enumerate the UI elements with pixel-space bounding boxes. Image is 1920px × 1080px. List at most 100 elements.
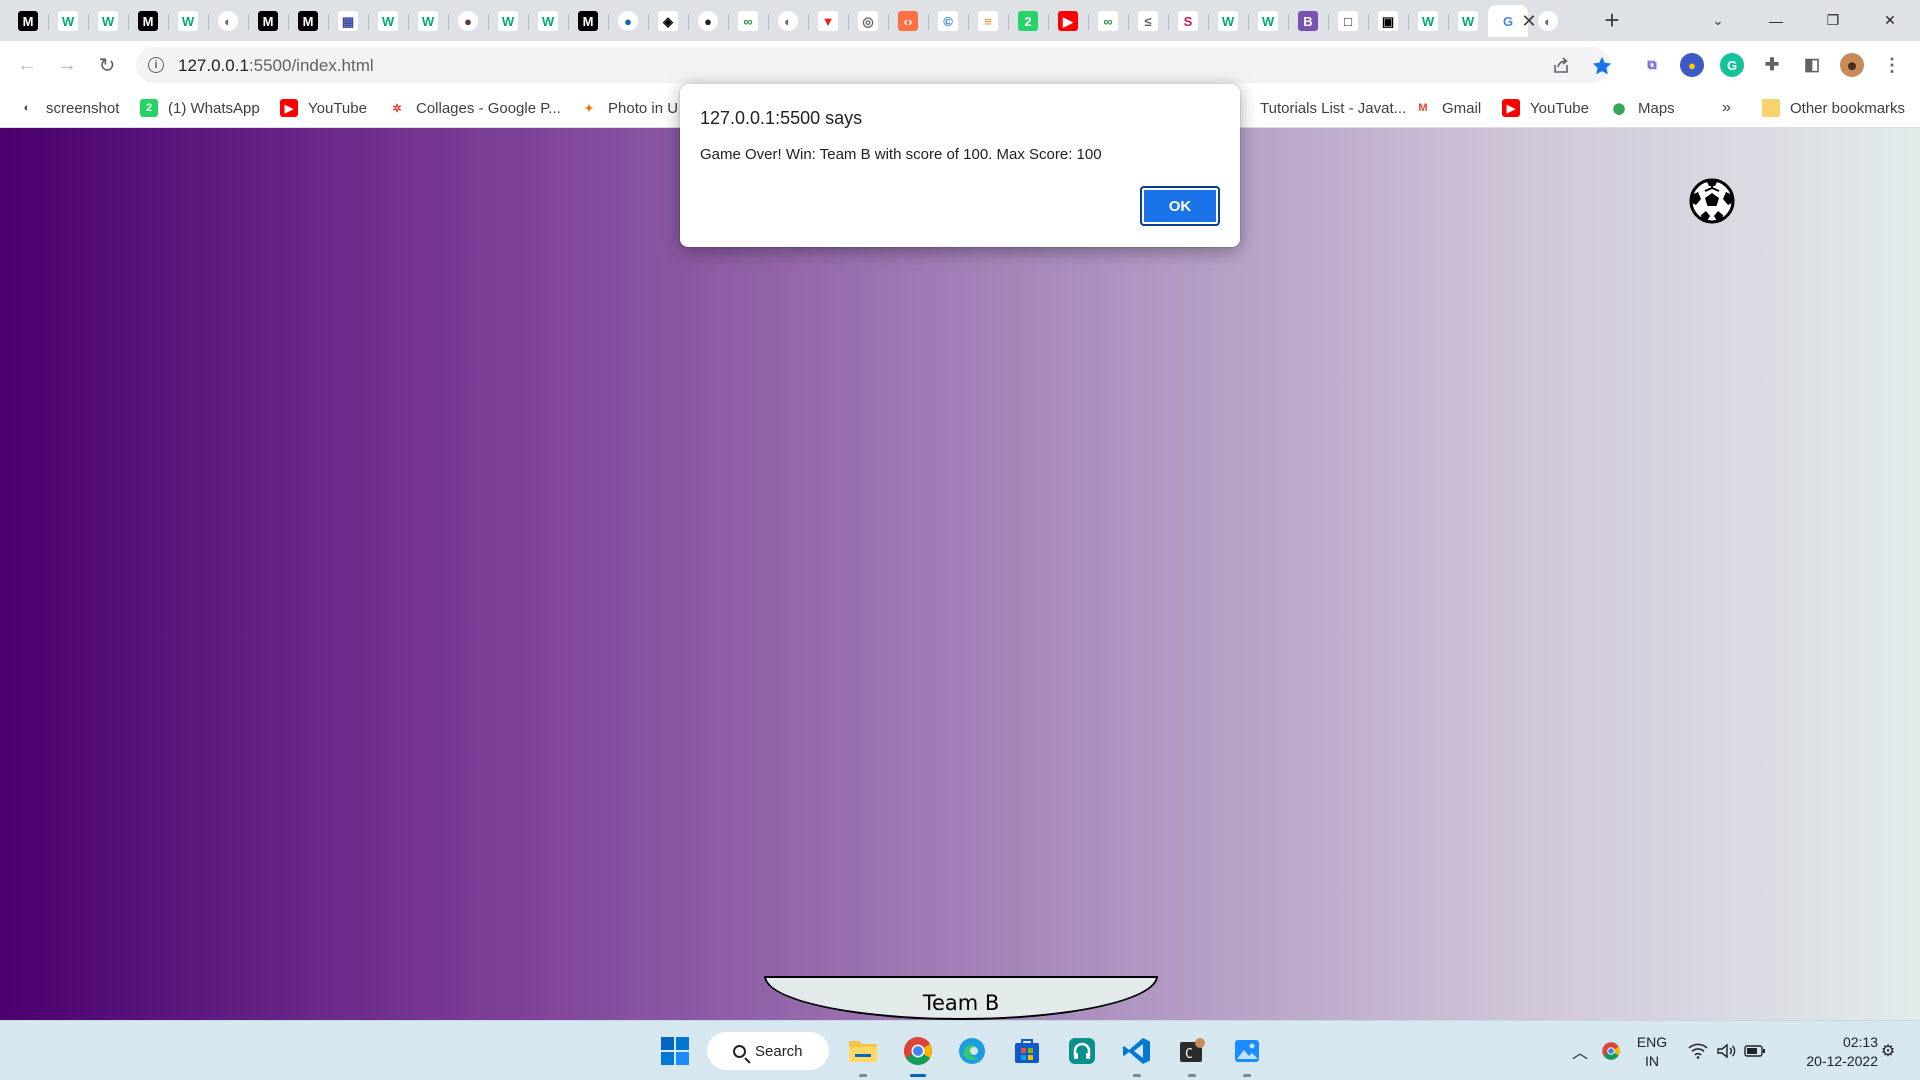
restore-button[interactable]: ❐	[1805, 0, 1861, 41]
store-taskbar-button[interactable]	[1007, 1031, 1047, 1071]
show-hidden-icons-chevron-icon[interactable]: ︿	[1568, 1021, 1592, 1080]
terminal-taskbar-button[interactable]: C	[1172, 1031, 1212, 1071]
tab[interactable]: ●	[448, 5, 488, 37]
tab[interactable]: ▣	[1368, 5, 1408, 37]
tab[interactable]: ‹›	[888, 5, 928, 37]
photos-taskbar-button[interactable]	[1227, 1031, 1267, 1071]
tab[interactable]: W	[1448, 5, 1488, 37]
bookmark-item[interactable]: ✦ Photo in U	[580, 97, 678, 119]
tab[interactable]: W	[88, 5, 128, 37]
close-tab-icon[interactable]: ✕	[1517, 9, 1541, 33]
menu-kebab-icon[interactable]: ⋮	[1880, 53, 1904, 77]
profile-avatar[interactable]: ☻	[1840, 53, 1864, 77]
other-bookmarks[interactable]: Other bookmarks	[1762, 97, 1905, 119]
grammarly-icon[interactable]: G	[1720, 53, 1744, 77]
notification-bell-icon[interactable]: ⚙	[1876, 1021, 1900, 1080]
tab[interactable]: ≡	[968, 5, 1008, 37]
side-panel-icon[interactable]: ◧	[1800, 53, 1824, 77]
tab[interactable]: M	[248, 5, 288, 37]
new-tab-button[interactable]: +	[1598, 5, 1626, 35]
tab[interactable]: 2	[1008, 5, 1048, 37]
terminal-app-icon: C	[1180, 1038, 1205, 1062]
tab[interactable]: ◈	[648, 5, 688, 37]
tab[interactable]: ©	[928, 5, 968, 37]
start-button[interactable]	[655, 1031, 695, 1071]
tab[interactable]: W	[488, 5, 528, 37]
close-window-button[interactable]: ✕	[1862, 0, 1918, 41]
tab[interactable]: W	[168, 5, 208, 37]
site-info-icon[interactable]: i	[148, 57, 164, 73]
tab[interactable]: ▦	[328, 5, 368, 37]
language-code: ENG	[1636, 1034, 1668, 1050]
tab-search-icon[interactable]: ⌄	[1706, 8, 1730, 32]
bookmarks-overflow-button[interactable]: »	[1722, 97, 1731, 119]
app-taskbar-button[interactable]	[1062, 1031, 1102, 1071]
tab[interactable]: ◐	[768, 5, 808, 37]
bookmark-item[interactable]: M Gmail	[1414, 97, 1481, 119]
copyright-icon: ©	[938, 11, 958, 31]
leetcode-icon: ≤	[1138, 11, 1158, 31]
tab[interactable]: ●	[608, 5, 648, 37]
bookmark-item[interactable]: 2 (1) WhatsApp	[140, 97, 260, 119]
extensions-puzzle-icon[interactable]: ✚	[1760, 53, 1784, 77]
bookmark-item[interactable]: ✲ Collages - Google P...	[388, 97, 561, 119]
tab[interactable]: W	[408, 5, 448, 37]
w3schools-icon: W	[1258, 11, 1278, 31]
bookmark-star-icon[interactable]	[1591, 55, 1613, 77]
chrome-taskbar-button[interactable]	[898, 1031, 938, 1071]
address-bar[interactable]: i 127.0.0.1:5500/index.html	[136, 47, 1613, 83]
language-indicator[interactable]: ENG IN	[1630, 1033, 1674, 1071]
bookmark-item[interactable]: ▶ YouTube	[1502, 97, 1589, 119]
bookmark-item[interactable]: ▶ YouTube	[280, 97, 367, 119]
tab[interactable]: ◎	[848, 5, 888, 37]
tab[interactable]: W	[528, 5, 568, 37]
minimize-button[interactable]: —	[1748, 0, 1804, 41]
geeksforgeeks-icon: ∞	[1098, 11, 1118, 31]
share-icon[interactable]	[1551, 56, 1571, 76]
bookmark-label: YouTube	[1530, 99, 1589, 117]
url-host: 127.0.0.1	[178, 56, 249, 75]
tab[interactable]: ▶	[1048, 5, 1088, 37]
edge-taskbar-button[interactable]	[952, 1031, 992, 1071]
battery-icon[interactable]	[1742, 1021, 1768, 1080]
tab[interactable]: M	[8, 5, 48, 37]
bookmark-label: screenshot	[46, 99, 120, 117]
taskbar-search[interactable]: Search	[707, 1032, 829, 1070]
bookmark-item[interactable]: ⬤ Maps	[1610, 97, 1675, 119]
extension-copy-icon[interactable]: ⧉	[1640, 53, 1664, 77]
tab[interactable]: ●	[688, 5, 728, 37]
volume-icon[interactable]	[1714, 1021, 1738, 1080]
tray-chrome-icon[interactable]	[1598, 1021, 1624, 1080]
vscode-taskbar-button[interactable]	[1117, 1031, 1157, 1071]
tab[interactable]: W	[1408, 5, 1448, 37]
tab[interactable]: S	[1168, 5, 1208, 37]
tab[interactable]: □	[1328, 5, 1368, 37]
tab[interactable]: ∞	[728, 5, 768, 37]
tab[interactable]: ▼	[808, 5, 848, 37]
back-button[interactable]: ←	[12, 50, 42, 80]
tab[interactable]: W	[1208, 5, 1248, 37]
tab[interactable]: ∞	[1088, 5, 1128, 37]
tab[interactable]: W	[368, 5, 408, 37]
extension-colorful-icon[interactable]: ●	[1680, 53, 1704, 77]
globe-blue-icon: ●	[618, 11, 638, 31]
bookmark-item[interactable]: Tutorials List - Javat...	[1232, 97, 1406, 119]
ok-button[interactable]: OK	[1140, 186, 1220, 226]
wifi-icon[interactable]	[1686, 1021, 1710, 1080]
tab[interactable]: W	[1248, 5, 1288, 37]
tab[interactable]: M	[288, 5, 328, 37]
reload-button[interactable]: ↻	[92, 50, 122, 80]
tab[interactable]: ◐	[208, 5, 248, 37]
tab[interactable]: W	[48, 5, 88, 37]
tab[interactable]: B	[1288, 5, 1328, 37]
forward-button[interactable]: →	[52, 50, 82, 80]
clock[interactable]: 02:13 20-12-2022	[1782, 1033, 1878, 1071]
svg-text:C: C	[1185, 1047, 1193, 1062]
bookmark-item[interactable]: ◐ screenshot	[18, 97, 119, 119]
tab[interactable]: M	[568, 5, 608, 37]
url-text[interactable]: 127.0.0.1:5500/index.html	[178, 56, 374, 76]
file-explorer-button[interactable]	[843, 1031, 883, 1071]
tab[interactable]: M	[128, 5, 168, 37]
medium-icon: M	[138, 11, 158, 31]
tab[interactable]: ≤	[1128, 5, 1168, 37]
